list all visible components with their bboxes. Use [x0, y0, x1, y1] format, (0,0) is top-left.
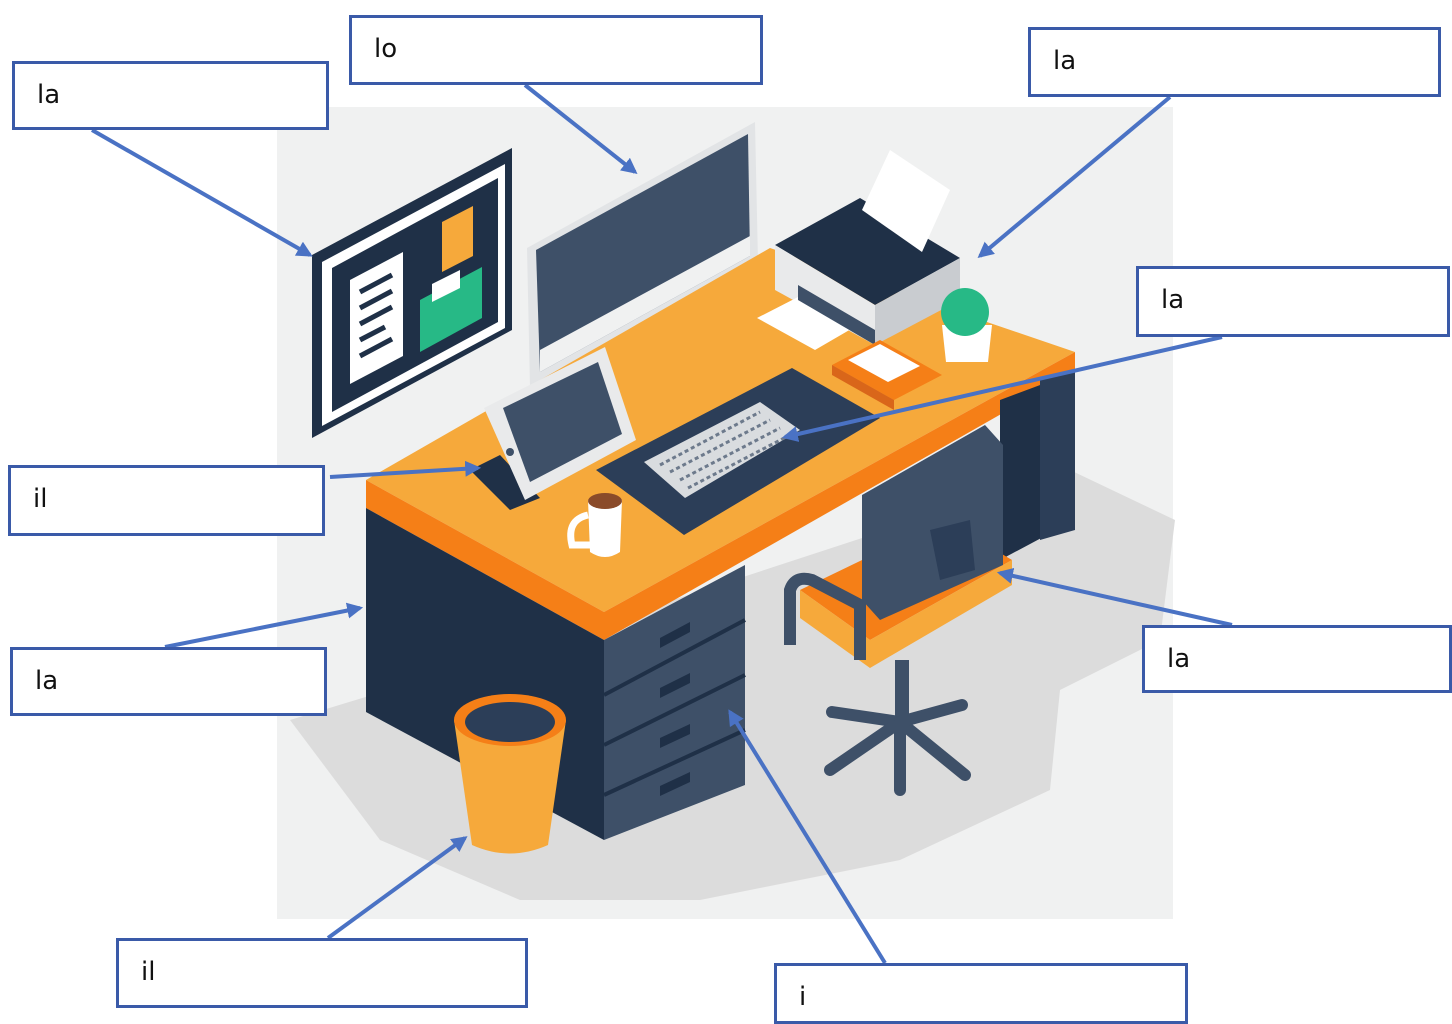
label-printer[interactable]: la: [1028, 27, 1441, 97]
label-tablet[interactable]: il: [8, 465, 325, 536]
label-keyboard[interactable]: la: [1136, 266, 1450, 337]
label-chair[interactable]: la: [1142, 625, 1452, 693]
label-monitor[interactable]: lo: [349, 15, 763, 85]
label-bulletin-board[interactable]: la: [12, 61, 329, 130]
label-drawers[interactable]: i: [774, 963, 1188, 1024]
label-desk[interactable]: la: [10, 647, 327, 716]
wastebasket-icon: [454, 694, 566, 854]
label-wastebasket[interactable]: il: [116, 938, 528, 1008]
plant-icon: [941, 288, 992, 362]
